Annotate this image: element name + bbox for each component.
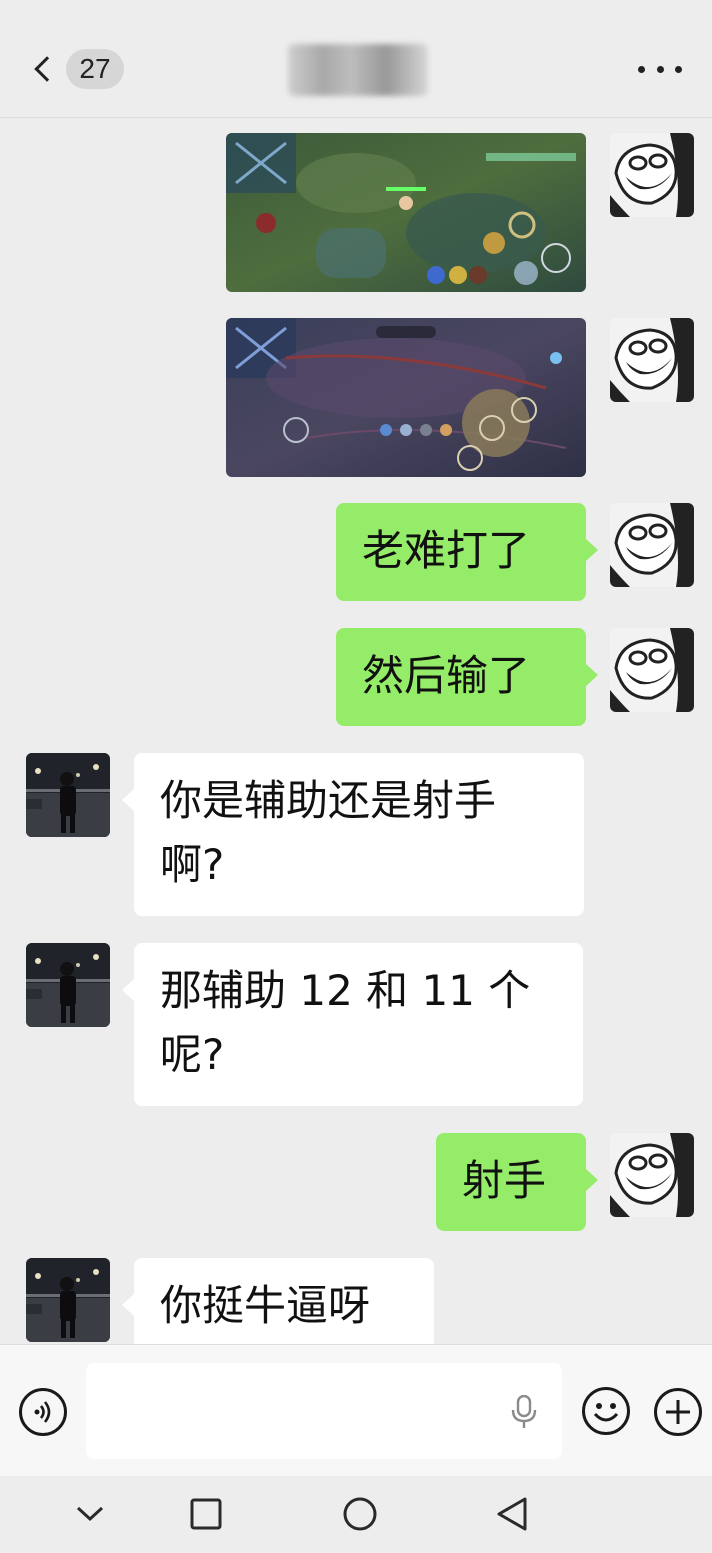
emoji-button[interactable] [582, 1387, 630, 1435]
more-options-button[interactable] [638, 56, 682, 82]
input-bar [0, 1344, 712, 1476]
voice-toggle-button[interactable] [19, 1388, 67, 1436]
chat-header: 27 [0, 0, 712, 118]
my-message-bubble[interactable]: 老难打了 [336, 503, 598, 601]
more-dot [656, 65, 664, 73]
cartoon-face-icon [610, 318, 694, 402]
my-avatar[interactable] [610, 1133, 694, 1217]
game-screenshot-image[interactable] [226, 318, 586, 477]
nav-back-button[interactable] [488, 1492, 536, 1536]
person-photo-icon [26, 753, 110, 837]
contact-name-redacted [288, 44, 428, 96]
my-message-bubble[interactable]: 射手 [436, 1133, 598, 1231]
my-message-bubble[interactable]: 然后输了 [336, 628, 598, 726]
nav-hide-button[interactable] [66, 1492, 114, 1536]
nav-down-icon [76, 1506, 104, 1522]
back-button[interactable]: 27 [30, 48, 130, 90]
nav-home-button[interactable] [336, 1492, 384, 1536]
peer-avatar[interactable] [26, 943, 110, 1027]
nav-home-icon [343, 1497, 377, 1531]
emoji-icon [593, 1403, 619, 1422]
my-avatar[interactable] [610, 503, 694, 587]
person-photo-icon [26, 1258, 110, 1342]
message-input[interactable] [86, 1363, 562, 1459]
plus-icon [666, 1400, 690, 1424]
system-navigation-bar [0, 1476, 712, 1553]
cartoon-face-icon [610, 133, 694, 217]
more-dot [638, 65, 645, 73]
cartoon-face-icon [610, 503, 694, 587]
my-avatar[interactable] [610, 318, 694, 402]
nav-recents-button[interactable] [182, 1492, 230, 1536]
my-avatar[interactable] [610, 133, 694, 217]
peer-message-bubble[interactable]: 你是辅助还是射手啊? [122, 753, 584, 916]
mic-icon[interactable] [510, 1395, 538, 1429]
game-scene-image [226, 318, 586, 477]
nav-back-icon [497, 1497, 527, 1531]
cartoon-face-icon [610, 1133, 694, 1217]
person-photo-icon [26, 943, 110, 1027]
back-chevron-icon [34, 56, 60, 82]
peer-avatar[interactable] [26, 1258, 110, 1342]
more-functions-button[interactable] [654, 1388, 702, 1436]
voice-icon [34, 1401, 51, 1423]
peer-message-bubble[interactable]: 那辅助 12 和 11 个呢? [122, 943, 583, 1106]
peer-message-bubble[interactable]: 你挺牛逼呀 [122, 1258, 434, 1344]
more-dot [675, 65, 682, 73]
message-row-clipped: 你挺牛逼呀 [0, 1258, 712, 1344]
game-scene-image [226, 133, 586, 292]
unread-count-badge: 27 [66, 49, 124, 89]
peer-avatar[interactable] [26, 753, 110, 837]
cartoon-face-icon [610, 628, 694, 712]
my-avatar[interactable] [610, 628, 694, 712]
game-screenshot-image[interactable] [226, 133, 586, 292]
nav-recents-icon [190, 1498, 222, 1530]
